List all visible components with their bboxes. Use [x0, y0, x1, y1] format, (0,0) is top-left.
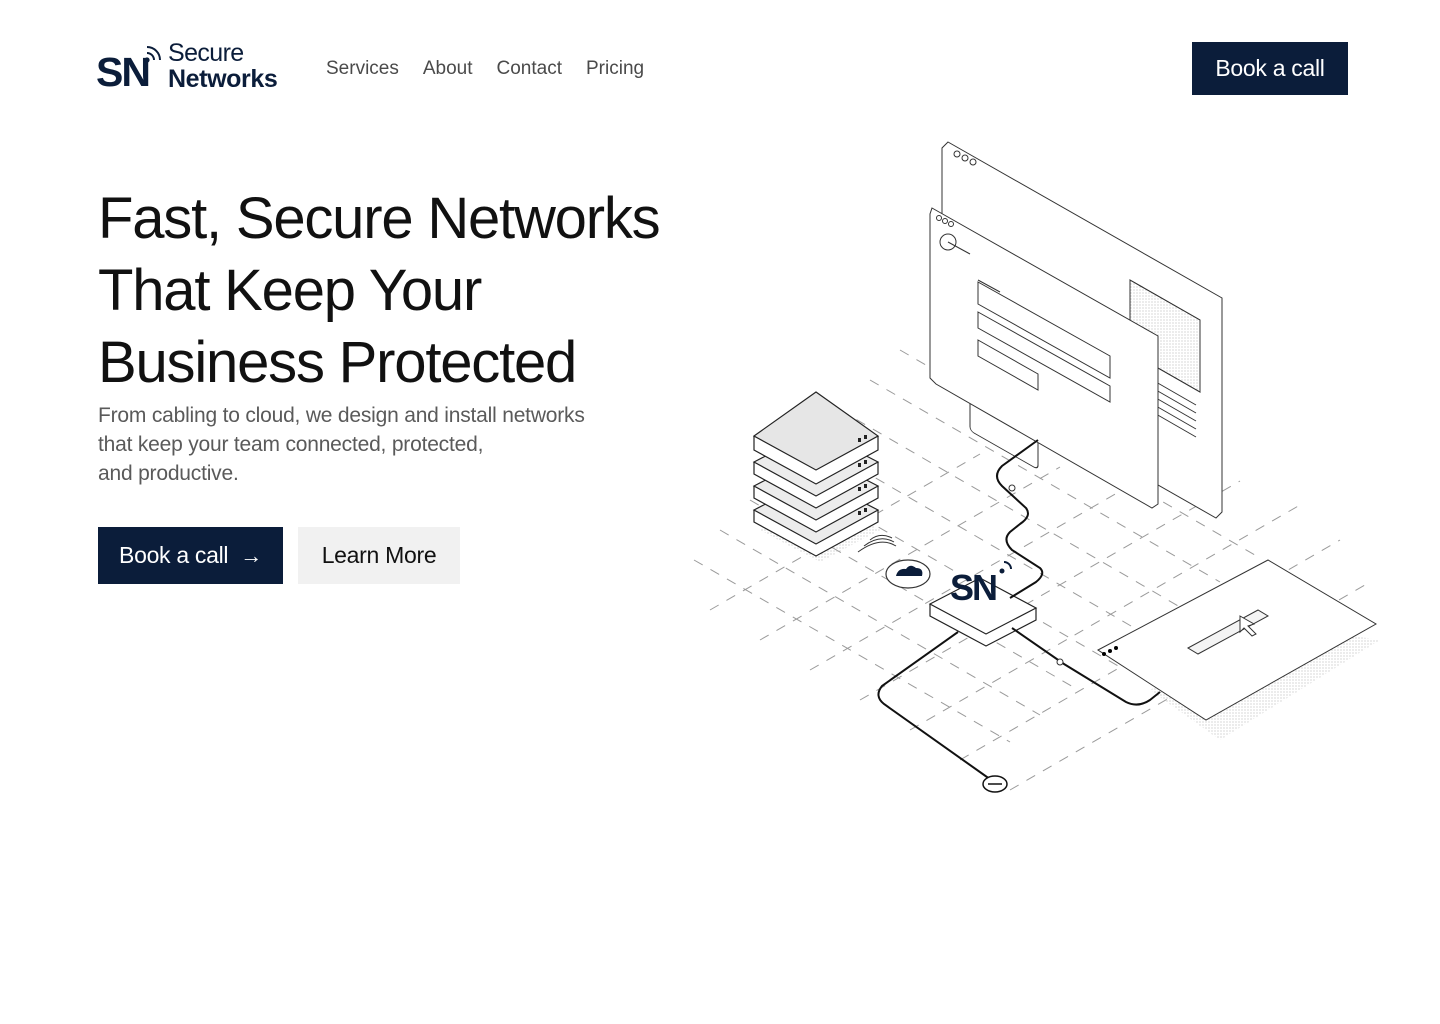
logo-mark: SN: [96, 49, 151, 95]
header-book-call-button[interactable]: Book a call: [1192, 42, 1348, 95]
server-stack-icon: [752, 391, 880, 562]
cable-nodes: [1008, 484, 1064, 666]
arrow-right-icon: →: [240, 542, 262, 568]
network-illustration: SN: [693, 141, 1380, 793]
hero-subtitle-line: that keep your team connected, protected…: [98, 433, 484, 456]
hero-title-line: That Keep Your: [98, 258, 482, 323]
router-mark: SN: [950, 567, 996, 608]
wifi-icon: [144, 46, 161, 63]
hero-subtitle-line: and productive.: [98, 462, 239, 485]
nav-item-pricing[interactable]: Pricing: [586, 56, 644, 82]
hero-title: Fast, Secure Networks That Keep Your Bus…: [98, 183, 698, 399]
plug-icon: [982, 775, 1008, 793]
nav-item-about[interactable]: About: [423, 56, 473, 82]
main-nav: Services About Contact Pricing: [326, 56, 668, 82]
hero-subtitle-line: From cabling to cloud, we design and ins…: [98, 404, 585, 427]
nav-item-contact[interactable]: Contact: [497, 56, 562, 82]
hero-title-line: Fast, Secure Networks: [98, 186, 661, 251]
landing-page: SN Secure Networks Services About Contac…: [0, 0, 1440, 1024]
hero-book-call-label: Book a call: [119, 542, 229, 568]
logo-wordmark: Secure Networks: [168, 39, 278, 93]
laptop-icon: [1097, 559, 1380, 740]
logo-line-1: Secure: [168, 39, 244, 67]
brand-logo[interactable]: SN Secure Networks: [96, 40, 296, 100]
nav-item-services[interactable]: Services: [326, 56, 399, 82]
cloud-icon: [885, 559, 931, 589]
learn-more-button[interactable]: Learn More: [298, 527, 460, 584]
logo-line-2: Networks: [168, 65, 278, 93]
hero-subtitle: From cabling to cloud, we design and ins…: [98, 401, 658, 488]
hero-title-line: Business Protected: [98, 330, 577, 395]
hero-book-call-button[interactable]: Book a call →: [98, 527, 283, 584]
